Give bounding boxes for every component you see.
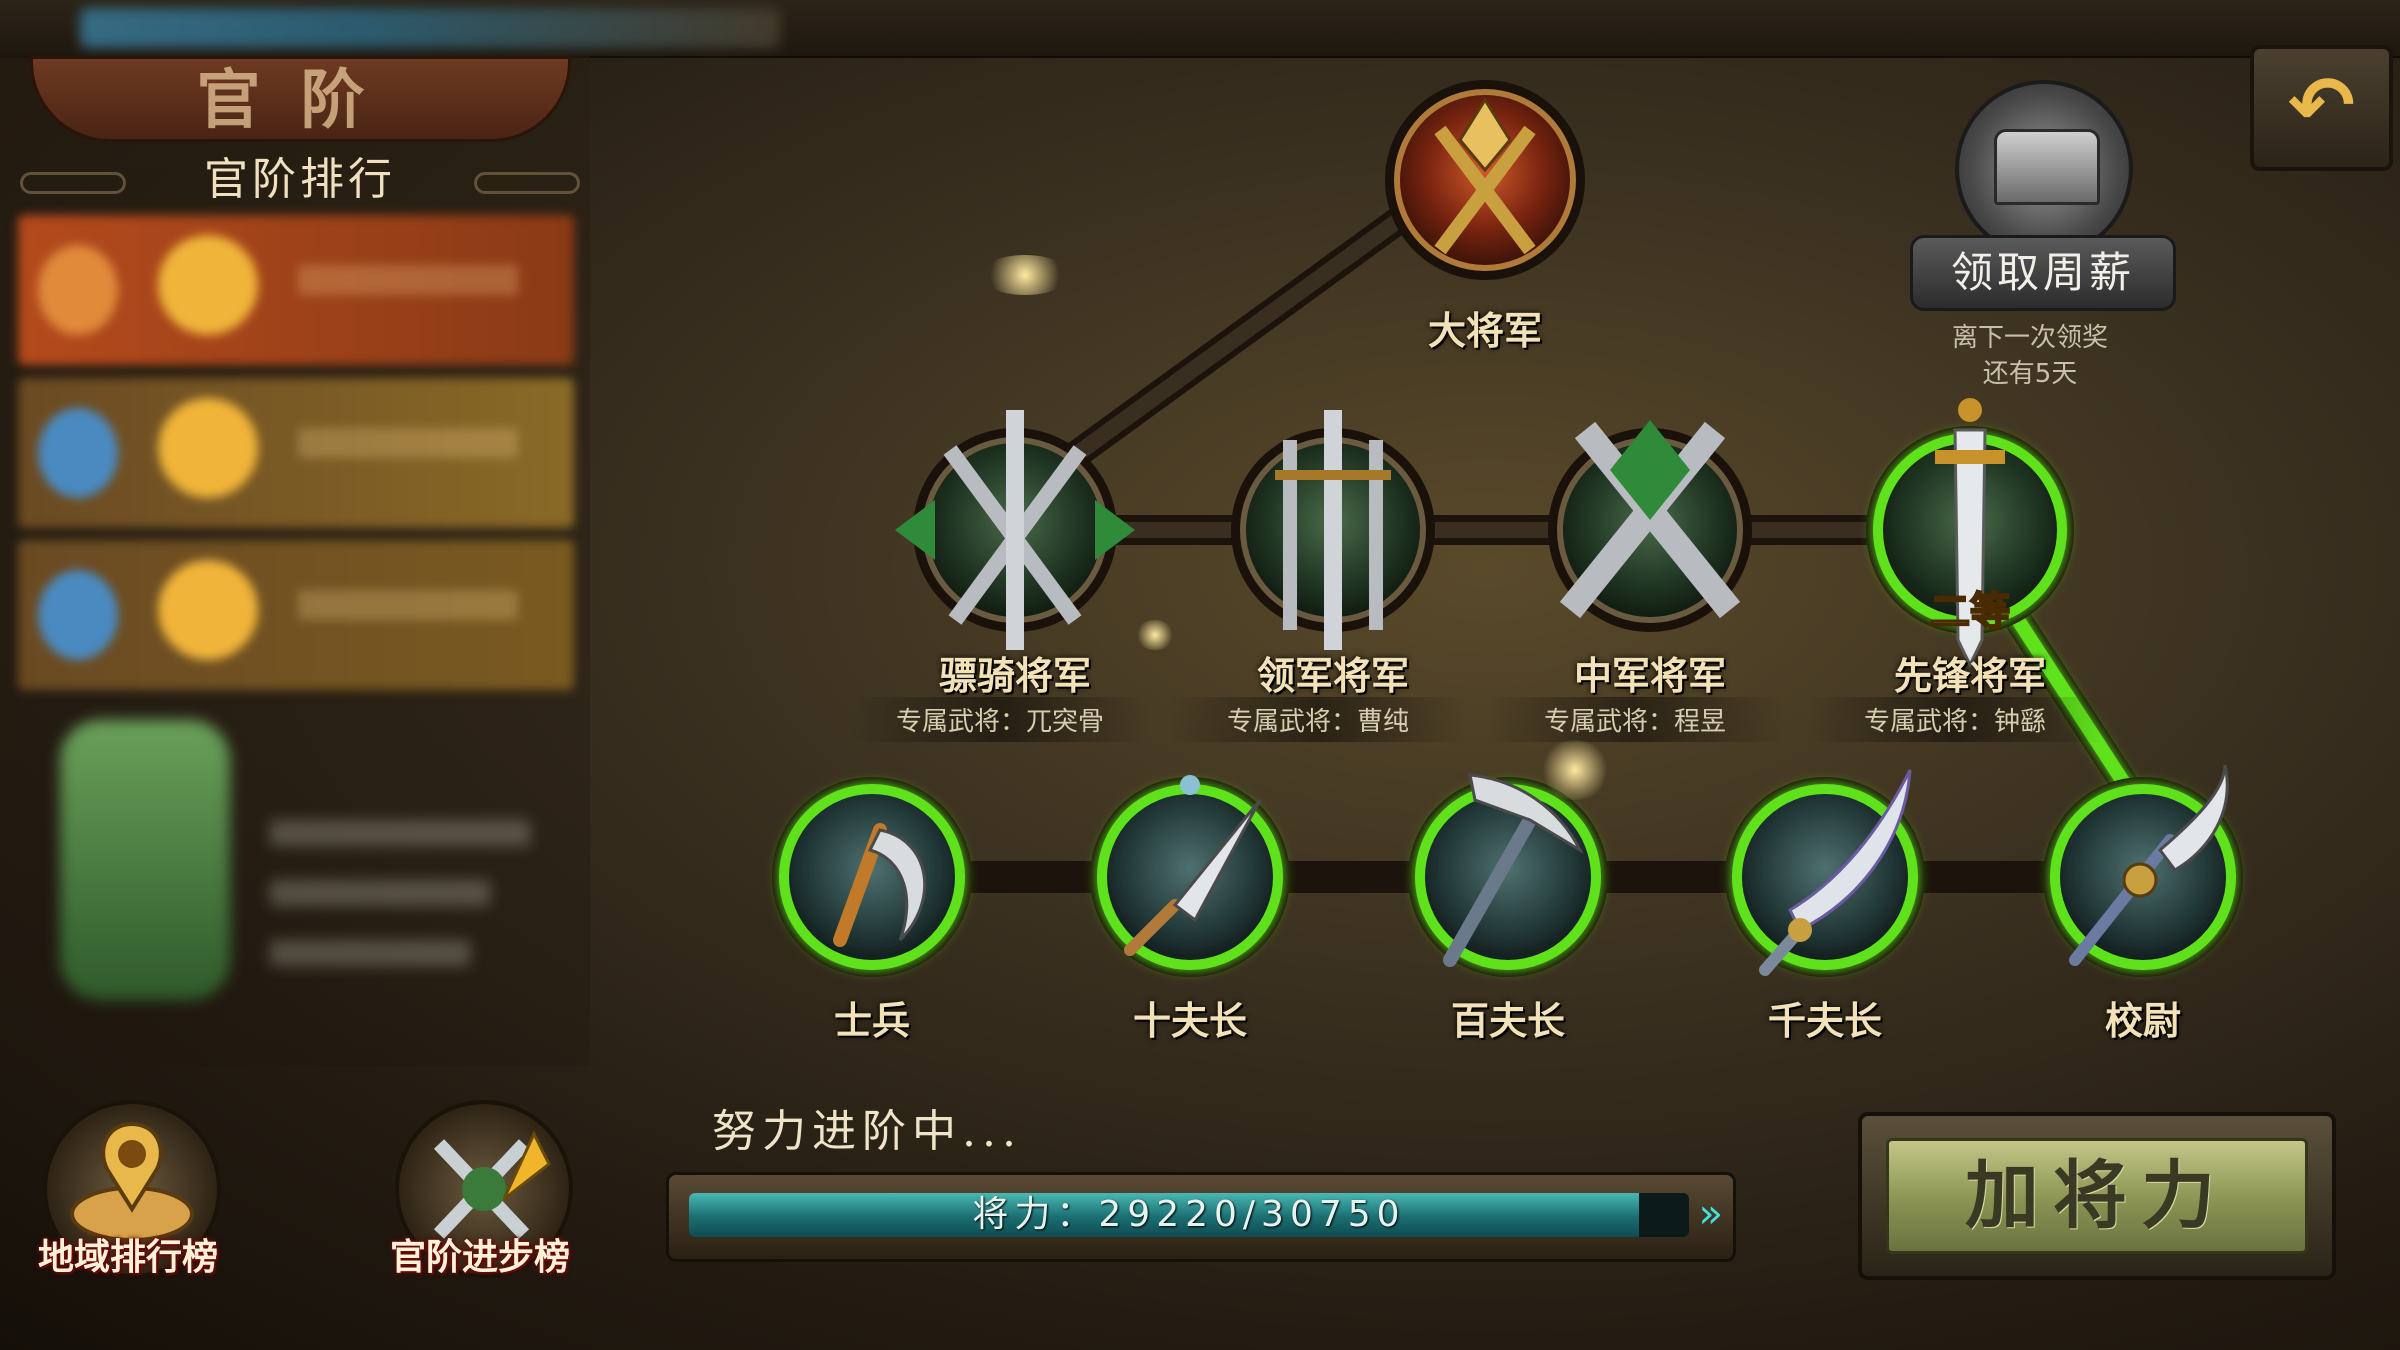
- exclusive-hero: 专属武将：程昱: [1485, 697, 1785, 742]
- rank-node-top[interactable]: [1385, 80, 1585, 280]
- grade-badge: 二等: [1930, 588, 2010, 635]
- weekly-salary-ribbon: 领取周薪: [1910, 235, 2176, 311]
- rank-node-general-active[interactable]: 二等: [1866, 398, 2074, 669]
- weekly-salary-note: 离下一次领奖 还有5天: [1880, 320, 2180, 392]
- rank-name-general: 骠骑将军: [938, 653, 1091, 698]
- rank-name-officer: 士兵: [833, 998, 910, 1043]
- rank-name-officer: 十夫长: [1132, 998, 1247, 1043]
- light-sparkle: [980, 255, 1070, 295]
- rank-node-general[interactable]: [1548, 420, 1752, 632]
- weekly-salary-label: 领取周薪: [1950, 248, 2135, 297]
- rank-node-general[interactable]: [1231, 410, 1435, 650]
- exclusive-hero: 专属武将：钟繇: [1805, 697, 2105, 742]
- power-progress-bar: 将力：29220/30750 »: [666, 1172, 1736, 1262]
- progress-status: 努力进阶中...: [712, 1106, 1022, 1157]
- add-power-button[interactable]: 加将力: [1858, 1112, 2336, 1280]
- progress-arrows-icon: »: [1698, 1191, 1723, 1237]
- triple-swords-emblem-icon: [1275, 410, 1391, 650]
- light-sparkle: [1540, 740, 1610, 800]
- rank-node-officer[interactable]: [1725, 769, 1925, 977]
- back-arrow-icon: ↶: [2287, 59, 2356, 152]
- weekly-salary-note-line2: 还有5天: [1982, 359, 2078, 389]
- back-button[interactable]: ↶: [2250, 45, 2393, 171]
- rank-node-officer[interactable]: [1408, 773, 1608, 977]
- exclusive-hero: 专属武将：曹纯: [1168, 697, 1468, 742]
- rank-node-officer[interactable]: [2043, 764, 2243, 977]
- treasure-chest-icon: [1955, 80, 2133, 258]
- rank-name-top: 大将军: [1427, 308, 1542, 353]
- progress-track: 将力：29220/30750: [689, 1193, 1689, 1237]
- add-power-button-face: 加将力: [1886, 1138, 2308, 1254]
- rank-name-general: 领军将军: [1256, 653, 1409, 698]
- rank-name-officer: 百夫长: [1450, 998, 1565, 1043]
- rank-name-officer: 校尉: [2104, 998, 2181, 1043]
- progress-label: 将力：29220/30750: [972, 1194, 1406, 1235]
- light-sparkle: [1135, 620, 1175, 650]
- rank-name-officer: 千夫长: [1767, 998, 1882, 1043]
- rank-name-general: 中军将军: [1573, 653, 1726, 698]
- add-power-label: 加将力: [1965, 1153, 2229, 1239]
- rank-node-officer[interactable]: [772, 777, 972, 977]
- exclusive-hero: 专属武将：兀突骨: [850, 697, 1150, 742]
- rank-name-general: 先锋将军: [1893, 653, 2046, 698]
- weekly-salary-button[interactable]: 领取周薪: [1900, 80, 2180, 330]
- weekly-salary-note-line1: 离下一次领奖: [1951, 323, 2108, 353]
- rank-node-officer[interactable]: [1090, 775, 1290, 977]
